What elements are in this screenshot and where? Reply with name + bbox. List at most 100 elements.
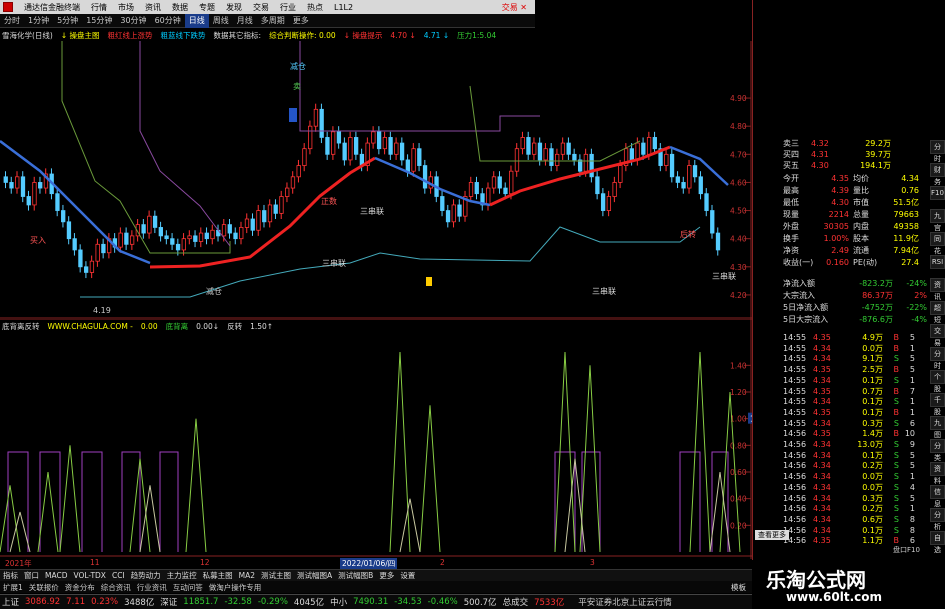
menu-item[interactable]: 行情 <box>91 2 107 13</box>
trade-close-button[interactable]: 交易 ✕ <box>502 2 535 13</box>
tick-time: 14:56 <box>783 429 807 439</box>
info-tab[interactable]: 做淘户操作专用 <box>209 582 262 593</box>
period-tab[interactable]: 分时 <box>0 14 24 28</box>
indicator-tab[interactable]: 设置 <box>400 570 415 581</box>
candlestick-chart[interactable]: 4.904.804.704.604.504.404.304.20减仓卖三串联三串… <box>0 41 752 319</box>
stock-name: 雪海化学(日线) <box>2 30 53 40</box>
market-status-bar: 上证 3086.92 7.11 0.23% 3488亿 深证 11851.7 -32.58 -0… <box>0 594 752 609</box>
candle-body <box>555 153 560 166</box>
side-tab[interactable]: 分时 <box>930 347 945 370</box>
menu-item[interactable]: 数据 <box>172 2 188 13</box>
side-tab[interactable]: 超短 <box>930 301 945 324</box>
side-tab[interactable]: RSI <box>930 255 945 269</box>
menu-item[interactable]: 市场 <box>118 2 134 13</box>
stat-row: 外盘 30305 内盘 49358 <box>783 221 945 232</box>
period-tab[interactable]: 30分钟 <box>116 14 150 28</box>
stat-label: PE(动) <box>853 258 878 267</box>
menu-item[interactable]: 发现 <box>226 2 242 13</box>
template-tab[interactable]: 模板 <box>731 582 752 593</box>
quote-more-button[interactable]: 查看更多 <box>755 530 789 540</box>
indicator-text: 压力1:5.04 <box>457 30 497 40</box>
tick-price: 4.34 <box>813 418 831 428</box>
indicator-tab[interactable]: 更多 <box>379 570 394 581</box>
tick-count: 5 <box>909 493 915 503</box>
tick-volume: 9.1万 <box>862 354 883 364</box>
side-tab[interactable]: 财务 <box>930 163 945 186</box>
indicator-tab[interactable]: 趋势动力 <box>131 570 161 581</box>
info-tab[interactable]: 扩展1 <box>3 582 23 593</box>
tick-price: 4.35 <box>813 407 831 417</box>
candle-body <box>526 137 531 155</box>
period-tab[interactable]: 5分钟 <box>53 14 82 28</box>
period-tab[interactable]: 1分钟 <box>24 14 53 28</box>
stat-label: 收益(一) <box>783 258 814 267</box>
indicator-tab[interactable]: 窗口 <box>24 570 39 581</box>
indicator-tab[interactable]: 测试幅图A <box>297 570 332 581</box>
indicator-tab[interactable]: 指标 <box>3 570 18 581</box>
indicator-tab[interactable]: VOL-TDX <box>73 571 105 580</box>
tick-volume: 4.9万 <box>862 333 883 342</box>
index-change: 7.11 <box>66 597 86 607</box>
indicator-tab[interactable]: 测试幅图B <box>338 570 373 581</box>
side-tab[interactable]: 交易 <box>930 324 945 347</box>
flow-label: 5日大宗流入 <box>783 315 829 324</box>
candle-body <box>66 221 72 240</box>
indicator-tab[interactable]: CCI <box>112 571 125 580</box>
side-tab[interactable]: F10 <box>930 186 945 200</box>
indicator-tab[interactable]: 私募主图 <box>203 570 233 581</box>
info-tab[interactable]: 资金分布 <box>65 582 95 593</box>
menu-item[interactable]: 热点 <box>307 2 323 13</box>
tick-count: 1 <box>909 407 915 417</box>
side-tab[interactable]: 同花 <box>930 232 945 255</box>
indicator-subchart[interactable]: 1.401.201.000.800.600.400.201.00 <box>0 319 752 559</box>
candle-body <box>61 210 66 223</box>
stat-label: 换手 <box>783 234 799 243</box>
side-tab[interactable]: 九图 <box>930 416 945 439</box>
candle-body <box>3 176 8 183</box>
y-tick-label: 4.40 <box>730 235 747 244</box>
menu-item[interactable]: 交易 <box>253 2 269 13</box>
menu-item[interactable]: 资讯 <box>145 2 161 13</box>
tick-count: 5 <box>909 333 915 342</box>
indicator-tab[interactable]: MA2 <box>239 571 255 580</box>
candle-body <box>38 182 43 189</box>
candle-body <box>32 182 37 206</box>
info-tab[interactable]: 关联报价 <box>29 582 59 593</box>
info-tab[interactable]: 行业资讯 <box>137 582 167 593</box>
period-tab[interactable]: 15分钟 <box>82 14 116 28</box>
x-axis-label: 11 <box>90 558 100 567</box>
period-tab[interactable]: 多周期 <box>257 14 289 28</box>
menu-item[interactable]: L1L2 <box>334 3 353 12</box>
period-tab[interactable]: 更多 <box>289 14 313 28</box>
menu-item[interactable]: 行业 <box>280 2 296 13</box>
side-tab[interactable]: 资料 <box>930 462 945 485</box>
chart-annotation: 三串联 <box>712 272 736 281</box>
indicator-tab[interactable]: 测试主图 <box>261 570 291 581</box>
side-tab[interactable]: 分析 <box>930 508 945 531</box>
period-tab[interactable]: 日线 <box>184 13 209 28</box>
info-tab[interactable]: 综合资讯 <box>101 582 131 593</box>
info-tab[interactable]: 互动问答 <box>173 582 203 593</box>
side-tab[interactable]: 千股 <box>930 393 945 416</box>
side-tab[interactable]: 资讯 <box>930 278 945 301</box>
tick-volume: 0.3万 <box>862 418 883 428</box>
panel-footer[interactable]: 盘口F10 <box>893 545 920 555</box>
menu-item[interactable]: 专题 <box>199 2 215 13</box>
side-tab[interactable]: 自选 <box>930 531 945 554</box>
tick-price: 4.34 <box>813 375 831 385</box>
tick-count: 5 <box>909 461 915 471</box>
side-tab[interactable]: 分时 <box>930 140 945 163</box>
side-tab[interactable]: 分类 <box>930 439 945 462</box>
tick-count: 1 <box>909 343 915 353</box>
trading-terminal-window: { "app":{"title":"通达信金融终端","close":"交易 ✕… <box>0 0 945 609</box>
indicator-tab[interactable]: MACD <box>45 571 67 580</box>
period-tab[interactable]: 周线 <box>209 14 233 28</box>
indicator-tab[interactable]: 主力监控 <box>167 570 197 581</box>
tick-count: 1 <box>909 375 915 385</box>
period-tab[interactable]: 60分钟 <box>151 14 185 28</box>
side-tab[interactable]: 九宫 <box>930 209 945 232</box>
period-tab[interactable]: 月线 <box>233 14 257 28</box>
side-tab[interactable]: 个股 <box>930 370 945 393</box>
chart-annotation: 三串联 <box>322 259 346 268</box>
side-tab[interactable]: 信息 <box>930 485 945 508</box>
